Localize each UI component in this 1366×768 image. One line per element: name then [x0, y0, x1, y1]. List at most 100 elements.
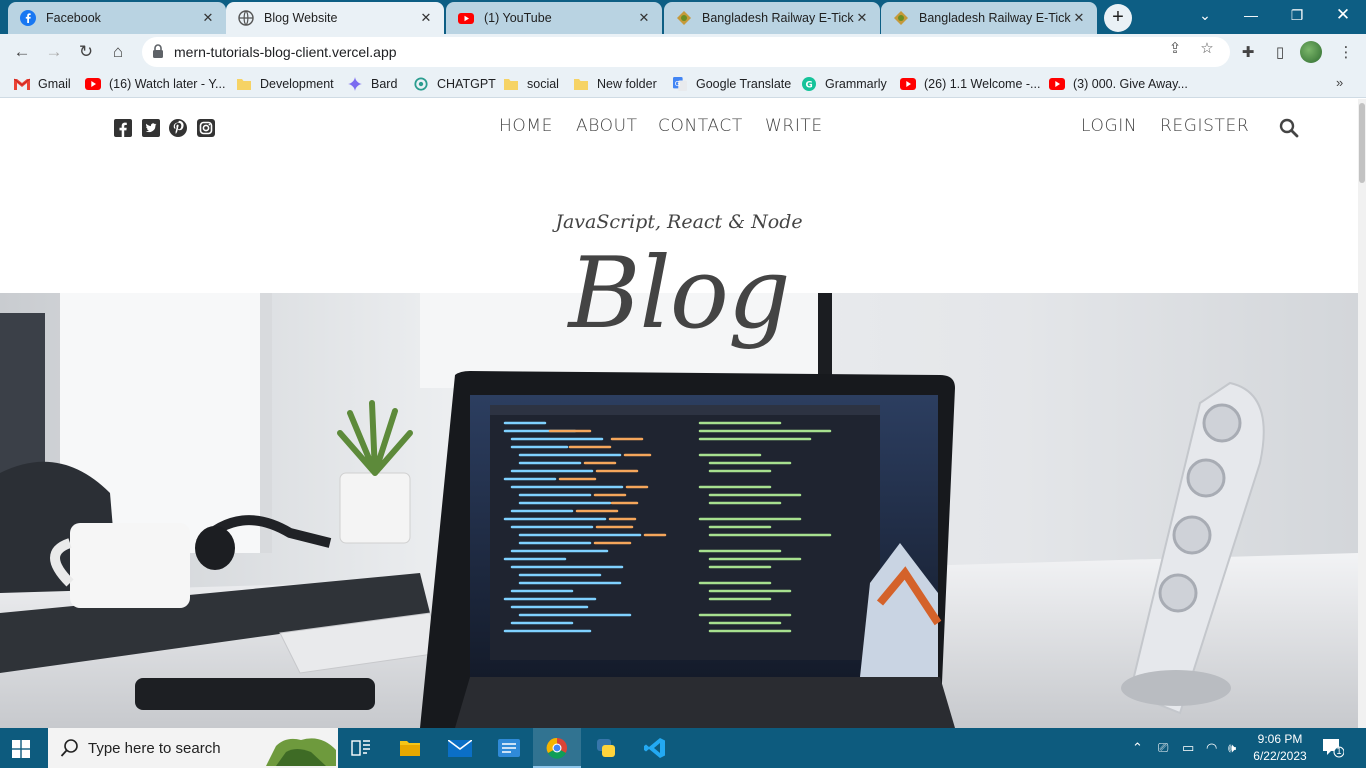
tab-railway-1[interactable]: Bangladesh Railway E-Ticketi ✕ — [664, 2, 880, 34]
tab-close-icon[interactable]: ✕ — [1071, 10, 1087, 26]
youtube-icon — [900, 78, 916, 90]
bookmark-new-folder[interactable]: New folder — [573, 75, 657, 93]
nav-write[interactable]: WRITE — [765, 116, 823, 136]
instagram-icon[interactable] — [197, 119, 215, 137]
bookmarks-bar: Gmail (16) Watch later - Y... Developmen… — [0, 70, 1366, 98]
notification-count: 1 — [1336, 746, 1342, 756]
taskbar-search-box[interactable]: Type here to search — [48, 728, 338, 768]
globe-icon — [238, 10, 254, 26]
header-titles: JavaScript, React & Node — [0, 211, 1358, 233]
tab-close-icon[interactable]: ✕ — [200, 10, 216, 26]
railway-icon — [677, 11, 691, 25]
tab-youtube[interactable]: (1) YouTube ✕ — [446, 2, 662, 34]
reload-button[interactable]: ↻ — [74, 40, 98, 64]
bookmarks-overflow-icon[interactable]: » — [1336, 75, 1343, 90]
close-window-button[interactable]: ✕ — [1320, 0, 1366, 32]
bookmark-development[interactable]: Development — [236, 75, 334, 93]
grammarly-icon: G — [802, 77, 816, 91]
url-text: mern-tutorials-blog-client.vercel.app — [174, 44, 397, 60]
meet-now-icon[interactable]: ⎚ — [1158, 740, 1168, 756]
task-view-icon[interactable] — [337, 728, 385, 768]
extensions-icon[interactable]: ✚ — [1238, 43, 1258, 63]
search-icon — [60, 739, 78, 757]
forward-button[interactable]: → — [42, 40, 66, 64]
vscode-icon[interactable] — [631, 728, 679, 768]
chrome-icon[interactable] — [533, 728, 581, 768]
svg-text:G: G — [675, 80, 680, 88]
browser-tab-strip: Facebook ✕ Blog Website ✕ (1) YouTube ✕ … — [0, 0, 1366, 34]
pinterest-icon[interactable] — [169, 119, 187, 137]
home-button[interactable]: ⌂ — [106, 40, 130, 64]
facebook-square-icon[interactable] — [114, 119, 132, 137]
bookmark-give-away[interactable]: (3) 000. Give Away... — [1049, 75, 1188, 93]
clock-time: 9:06 PM — [1257, 732, 1303, 746]
translate-icon: G — [673, 77, 687, 91]
tab-search-chevron-icon[interactable]: ⌄ — [1182, 0, 1228, 32]
lock-icon — [153, 44, 163, 58]
tab-title: Blog Website — [264, 11, 338, 25]
profile-avatar[interactable] — [1300, 41, 1322, 63]
mail-icon[interactable] — [435, 728, 483, 768]
windows-taskbar: Type here to search ⌃ ⎚ ▭ ◠ 🕪 9:06 PM 6/… — [0, 728, 1366, 768]
nav-home[interactable]: HOME — [499, 116, 553, 136]
youtube-icon — [85, 78, 101, 90]
nav-register[interactable]: REGISTER — [1160, 116, 1249, 136]
youtube-icon — [458, 13, 474, 24]
facebook-icon — [20, 10, 36, 26]
back-button[interactable]: ← — [10, 40, 34, 64]
browser-toolbar: ← → ↻ ⌂ mern-tutorials-blog-client.verce… — [0, 34, 1366, 70]
file-explorer-icon[interactable] — [386, 728, 434, 768]
header-title: Blog — [568, 237, 790, 351]
page-scrollbar[interactable] — [1358, 99, 1366, 728]
windows-start-icon[interactable] — [12, 740, 30, 758]
search-icon[interactable] — [1279, 118, 1299, 138]
bookmark-watch-later[interactable]: (16) Watch later - Y... — [85, 75, 225, 93]
restore-button[interactable]: ❐ — [1274, 0, 1320, 32]
tray-chevron-up-icon[interactable]: ⌃ — [1132, 740, 1143, 756]
svg-text:G: G — [806, 81, 813, 91]
bookmark-social[interactable]: social — [503, 75, 559, 93]
bookmark-welcome[interactable]: (26) 1.1 Welcome -... — [900, 75, 1040, 93]
wifi-icon[interactable]: ◠ — [1206, 740, 1217, 756]
volume-icon[interactable]: 🕪 — [1228, 740, 1236, 756]
tab-railway-2[interactable]: Bangladesh Railway E-Ticketi ✕ — [881, 2, 1097, 34]
new-tab-button[interactable]: + — [1104, 4, 1132, 32]
bookmark-grammarly[interactable]: G Grammarly — [801, 75, 887, 93]
bookmark-chatgpt[interactable]: CHATGPT — [413, 75, 496, 93]
share-icon[interactable]: ⇪ — [1166, 40, 1184, 58]
gmail-icon — [14, 78, 30, 90]
tab-close-icon[interactable]: ✕ — [418, 10, 434, 26]
tab-facebook[interactable]: Facebook ✕ — [8, 2, 226, 34]
folder-icon — [237, 79, 251, 90]
notification-center-icon[interactable]: 1 — [1322, 738, 1345, 758]
nav-contact[interactable]: CONTACT — [658, 116, 743, 136]
bookmark-star-icon[interactable]: ☆ — [1198, 40, 1216, 58]
tab-title: Bangladesh Railway E-Ticketi — [919, 11, 1071, 25]
side-panel-icon[interactable]: ▯ — [1270, 43, 1290, 63]
twitter-square-icon[interactable] — [142, 119, 160, 137]
taskbar-clock[interactable]: 9:06 PM 6/22/2023 — [1250, 731, 1310, 765]
minimize-button[interactable]: — — [1228, 0, 1274, 32]
railway-icon — [894, 11, 908, 25]
nav-login[interactable]: LOGIN — [1081, 116, 1137, 136]
tab-close-icon[interactable]: ✕ — [854, 10, 870, 26]
header-subtitle: JavaScript, React & Node — [555, 211, 803, 233]
notes-icon[interactable] — [484, 728, 532, 768]
scrollbar-thumb[interactable] — [1359, 103, 1365, 183]
tab-close-icon[interactable]: ✕ — [636, 10, 652, 26]
bookmark-gmail[interactable]: Gmail — [14, 75, 71, 93]
battery-icon[interactable]: ▭ — [1182, 740, 1194, 756]
bookmark-bard[interactable]: Bard — [347, 75, 397, 93]
python-icon[interactable] — [582, 728, 630, 768]
tab-blog-website[interactable]: Blog Website ✕ — [226, 2, 444, 34]
address-bar[interactable]: mern-tutorials-blog-client.vercel.app — [142, 37, 1230, 67]
bookmark-google-translate[interactable]: G Google Translate — [672, 75, 791, 93]
bard-icon — [348, 77, 362, 91]
tab-title: Facebook — [46, 11, 101, 25]
youtube-icon — [1049, 78, 1065, 90]
more-menu-icon[interactable]: ⋮ — [1336, 43, 1356, 63]
header-hero-image — [0, 293, 1358, 728]
tab-title: Bangladesh Railway E-Ticketi — [702, 11, 854, 25]
site-topbar: HOME ABOUT CONTACT WRITE LOGIN REGISTER — [0, 99, 1358, 155]
nav-about[interactable]: ABOUT — [576, 116, 638, 136]
